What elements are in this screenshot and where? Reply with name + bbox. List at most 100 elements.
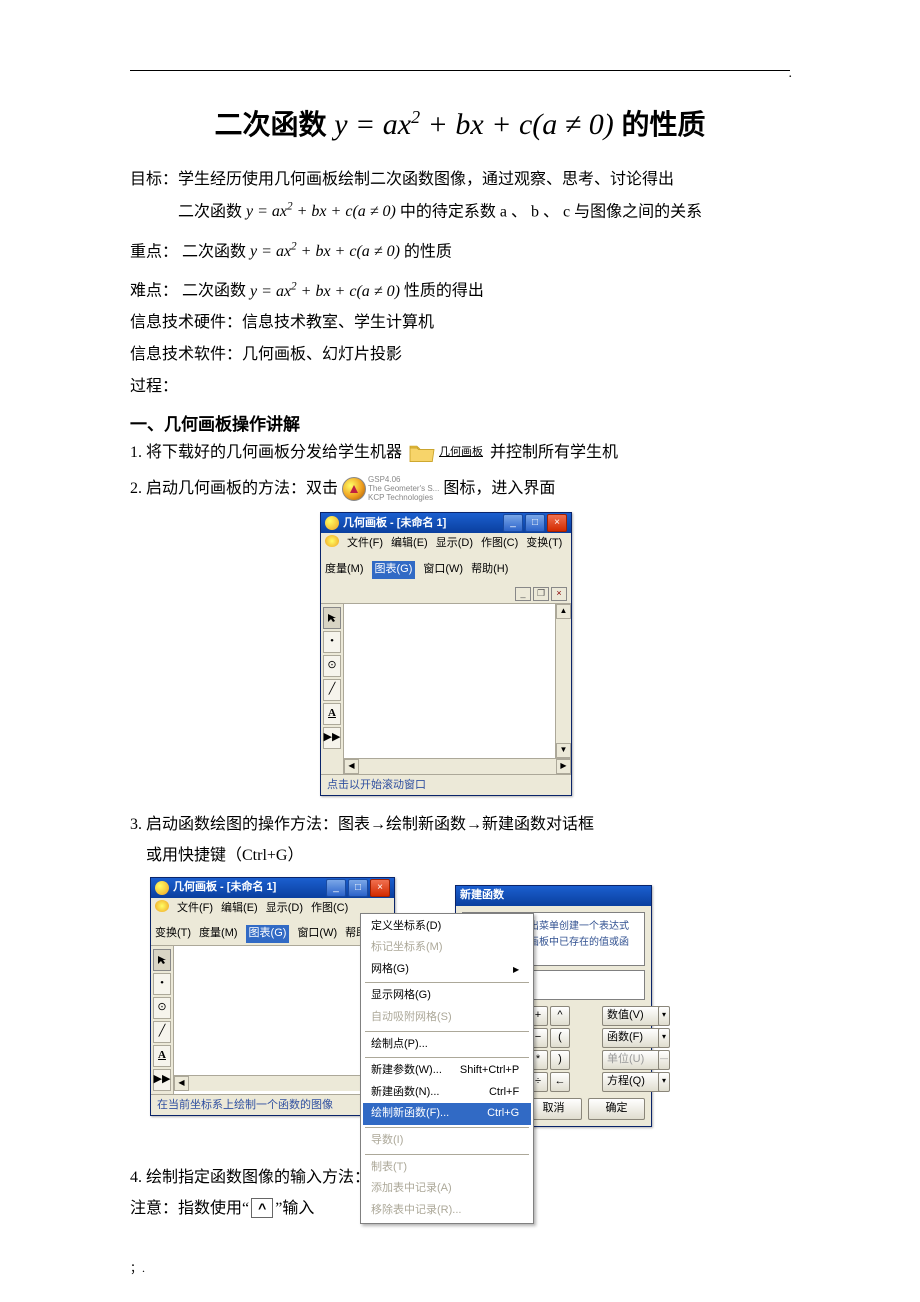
scroll-up-button[interactable]: ▲	[556, 604, 571, 619]
menu-item[interactable]: 网格(G)	[363, 959, 531, 981]
dlg-titlebar: 新建函数	[456, 886, 651, 906]
menu-file-2[interactable]: 文件(F)	[177, 900, 213, 918]
mdi-close[interactable]: ×	[551, 587, 567, 601]
page-title: 二次函数 y = ax2 + bx + c(a ≠ 0) 的性质	[130, 101, 790, 149]
title-text: 几何画板 - [未命名 1]	[343, 515, 503, 533]
menu-help[interactable]: 帮助(H)	[471, 561, 508, 579]
mdi-restore[interactable]: ❐	[533, 587, 549, 601]
key-unit[interactable]: 单位(U)	[602, 1050, 662, 1070]
menu-edit[interactable]: 编辑(E)	[391, 535, 428, 553]
gsp-window-2-wrap: 几何画板 - [未命名 1] _ □ × 文件(F) 编辑(E) 显示(D) 作…	[150, 877, 395, 1116]
menu-construct-2[interactable]: 作图(C)	[311, 900, 348, 918]
menu-display[interactable]: 显示(D)	[436, 535, 473, 553]
key-eq[interactable]: 方程(Q)	[602, 1072, 662, 1092]
key-func-dd[interactable]: ▾	[658, 1028, 670, 1048]
step4b-pre: 注意：指数使用“	[130, 1200, 249, 1217]
key-rparen[interactable]: )	[550, 1050, 570, 1070]
key-value[interactable]: 数值(V)	[602, 1006, 662, 1026]
tool-line[interactable]: ╱	[323, 679, 341, 701]
title-prefix: 二次函数	[214, 109, 334, 140]
tool-arrow[interactable]	[323, 607, 341, 629]
mdi-icon	[325, 535, 339, 547]
key-caret[interactable]: ^	[550, 1006, 570, 1026]
menu-item-label: 定义坐标系(D)	[371, 918, 441, 936]
menu-separator	[365, 1057, 529, 1058]
maximize-button[interactable]: □	[525, 514, 545, 532]
tool-custom[interactable]: ▶▶	[323, 727, 341, 749]
app-icon-2	[155, 881, 169, 895]
menu-item-label: 网格(G)	[371, 961, 409, 979]
key-unit-dd[interactable]: —	[658, 1050, 670, 1070]
tool-line-2[interactable]: ╱	[153, 1021, 171, 1043]
key-value-dd[interactable]: ▾	[658, 1006, 670, 1026]
menu-item-label: 移除表中记录(R)...	[371, 1202, 461, 1220]
menu-edit-2[interactable]: 编辑(E)	[221, 900, 258, 918]
title-formula: y = ax2 + bx + c(a ≠ 0)	[334, 108, 614, 141]
menu-item[interactable]: 定义坐标系(D)	[363, 916, 531, 938]
scroll-down-button[interactable]: ▼	[556, 743, 571, 758]
scroll-left-button[interactable]: ◀	[344, 759, 359, 774]
scroll-track-v[interactable]	[556, 619, 571, 743]
mdi-icon-2	[155, 900, 169, 912]
key-eq-dd[interactable]: ▾	[658, 1072, 670, 1092]
menu-item[interactable]: 显示网格(G)	[363, 985, 531, 1007]
menu-item[interactable]: 绘制点(P)...	[363, 1034, 531, 1056]
key-lparen[interactable]: (	[550, 1028, 570, 1048]
close-button-2[interactable]: ×	[370, 879, 390, 897]
gsp-window-2: 几何画板 - [未命名 1] _ □ × 文件(F) 编辑(E) 显示(D) 作…	[150, 877, 395, 1116]
menu-item[interactable]: 新建函数(N)...Ctrl+F	[363, 1082, 531, 1104]
tool-custom-2[interactable]: ▶▶	[153, 1069, 171, 1091]
menu-graph-2[interactable]: 图表(G)	[246, 925, 290, 943]
menu-display-2[interactable]: 显示(D)	[266, 900, 303, 918]
mdi-minimize[interactable]: _	[515, 587, 531, 601]
menu-item-label: 新建函数(N)...	[371, 1084, 439, 1102]
horizontal-scrollbar[interactable]: ◀ ▶	[344, 758, 571, 774]
dlg-title: 新建函数	[460, 887, 647, 905]
menu-item[interactable]: 绘制新函数(F)...Ctrl+G	[363, 1103, 531, 1125]
titlebar: 几何画板 - [未命名 1] _ □ ×	[321, 513, 571, 533]
title-suffix: 的性质	[622, 109, 706, 140]
menu-window-2[interactable]: 窗口(W)	[297, 925, 337, 943]
tool-point[interactable]: •	[323, 631, 341, 653]
tool-text-2[interactable]: A	[153, 1045, 171, 1067]
vertical-scrollbar[interactable]: ▲ ▼	[555, 604, 571, 758]
focus-formula: y = ax2 + bx + c(a ≠ 0)	[250, 243, 400, 260]
tool-arrow-2[interactable]	[153, 949, 171, 971]
step-2: 2. 启动几何画板的方法：双击 GSP4.06 The Geometer's S…	[130, 476, 790, 502]
tool-text[interactable]: A	[323, 703, 341, 725]
scroll-left-button-2[interactable]: ◀	[174, 1076, 189, 1091]
tool-point-2[interactable]: •	[153, 973, 171, 995]
goal-formula: y = ax2 + bx + c(a ≠ 0)	[246, 203, 396, 220]
screenshots-row: 几何画板 - [未命名 1] _ □ × 文件(F) 编辑(E) 显示(D) 作…	[150, 877, 790, 1135]
tool-circle[interactable]: ⊙	[323, 655, 341, 677]
tool-circle-2[interactable]: ⊙	[153, 997, 171, 1019]
step-3b: 或用快捷键（Ctrl+G）	[130, 843, 790, 869]
focus-label: 重点：	[130, 243, 178, 260]
minimize-button[interactable]: _	[503, 514, 523, 532]
menu-measure[interactable]: 度量(M)	[325, 561, 364, 579]
scroll-track-h[interactable]	[359, 759, 556, 774]
menu-window[interactable]: 窗口(W)	[423, 561, 463, 579]
maximize-button-2[interactable]: □	[348, 879, 368, 897]
scroll-track-h-2[interactable]	[189, 1076, 379, 1091]
key-func[interactable]: 函数(F)	[602, 1028, 662, 1048]
close-button[interactable]: ×	[547, 514, 567, 532]
canvas[interactable]: ▲ ▼ ◀ ▶	[344, 604, 571, 774]
menu-item[interactable]: 新建参数(W)...Shift+Ctrl+P	[363, 1060, 531, 1082]
minimize-button-2[interactable]: _	[326, 879, 346, 897]
menu-item-shortcut: Ctrl+G	[487, 1105, 519, 1123]
menu-separator	[365, 1127, 529, 1128]
menu-graph[interactable]: 图表(G)	[372, 561, 416, 579]
menu-construct[interactable]: 作图(C)	[481, 535, 518, 553]
menu-measure-2[interactable]: 度量(M)	[199, 925, 238, 943]
statusbar-2: 在当前坐标系上绘制一个函数的图像	[151, 1094, 394, 1115]
menu-transform[interactable]: 变换(T)	[526, 535, 562, 553]
menu-file[interactable]: 文件(F)	[347, 535, 383, 553]
menu-transform-2[interactable]: 变换(T)	[155, 925, 191, 943]
key-back[interactable]: ←	[550, 1072, 570, 1092]
ok-button[interactable]: 确定	[588, 1098, 645, 1120]
focus-post: 的性质	[404, 243, 452, 260]
scroll-right-button[interactable]: ▶	[556, 759, 571, 774]
goal-line2: 二次函数 y = ax2 + bx + c(a ≠ 0) 中的待定系数 a 、 …	[130, 199, 790, 225]
diff-label: 难点：	[130, 283, 178, 300]
